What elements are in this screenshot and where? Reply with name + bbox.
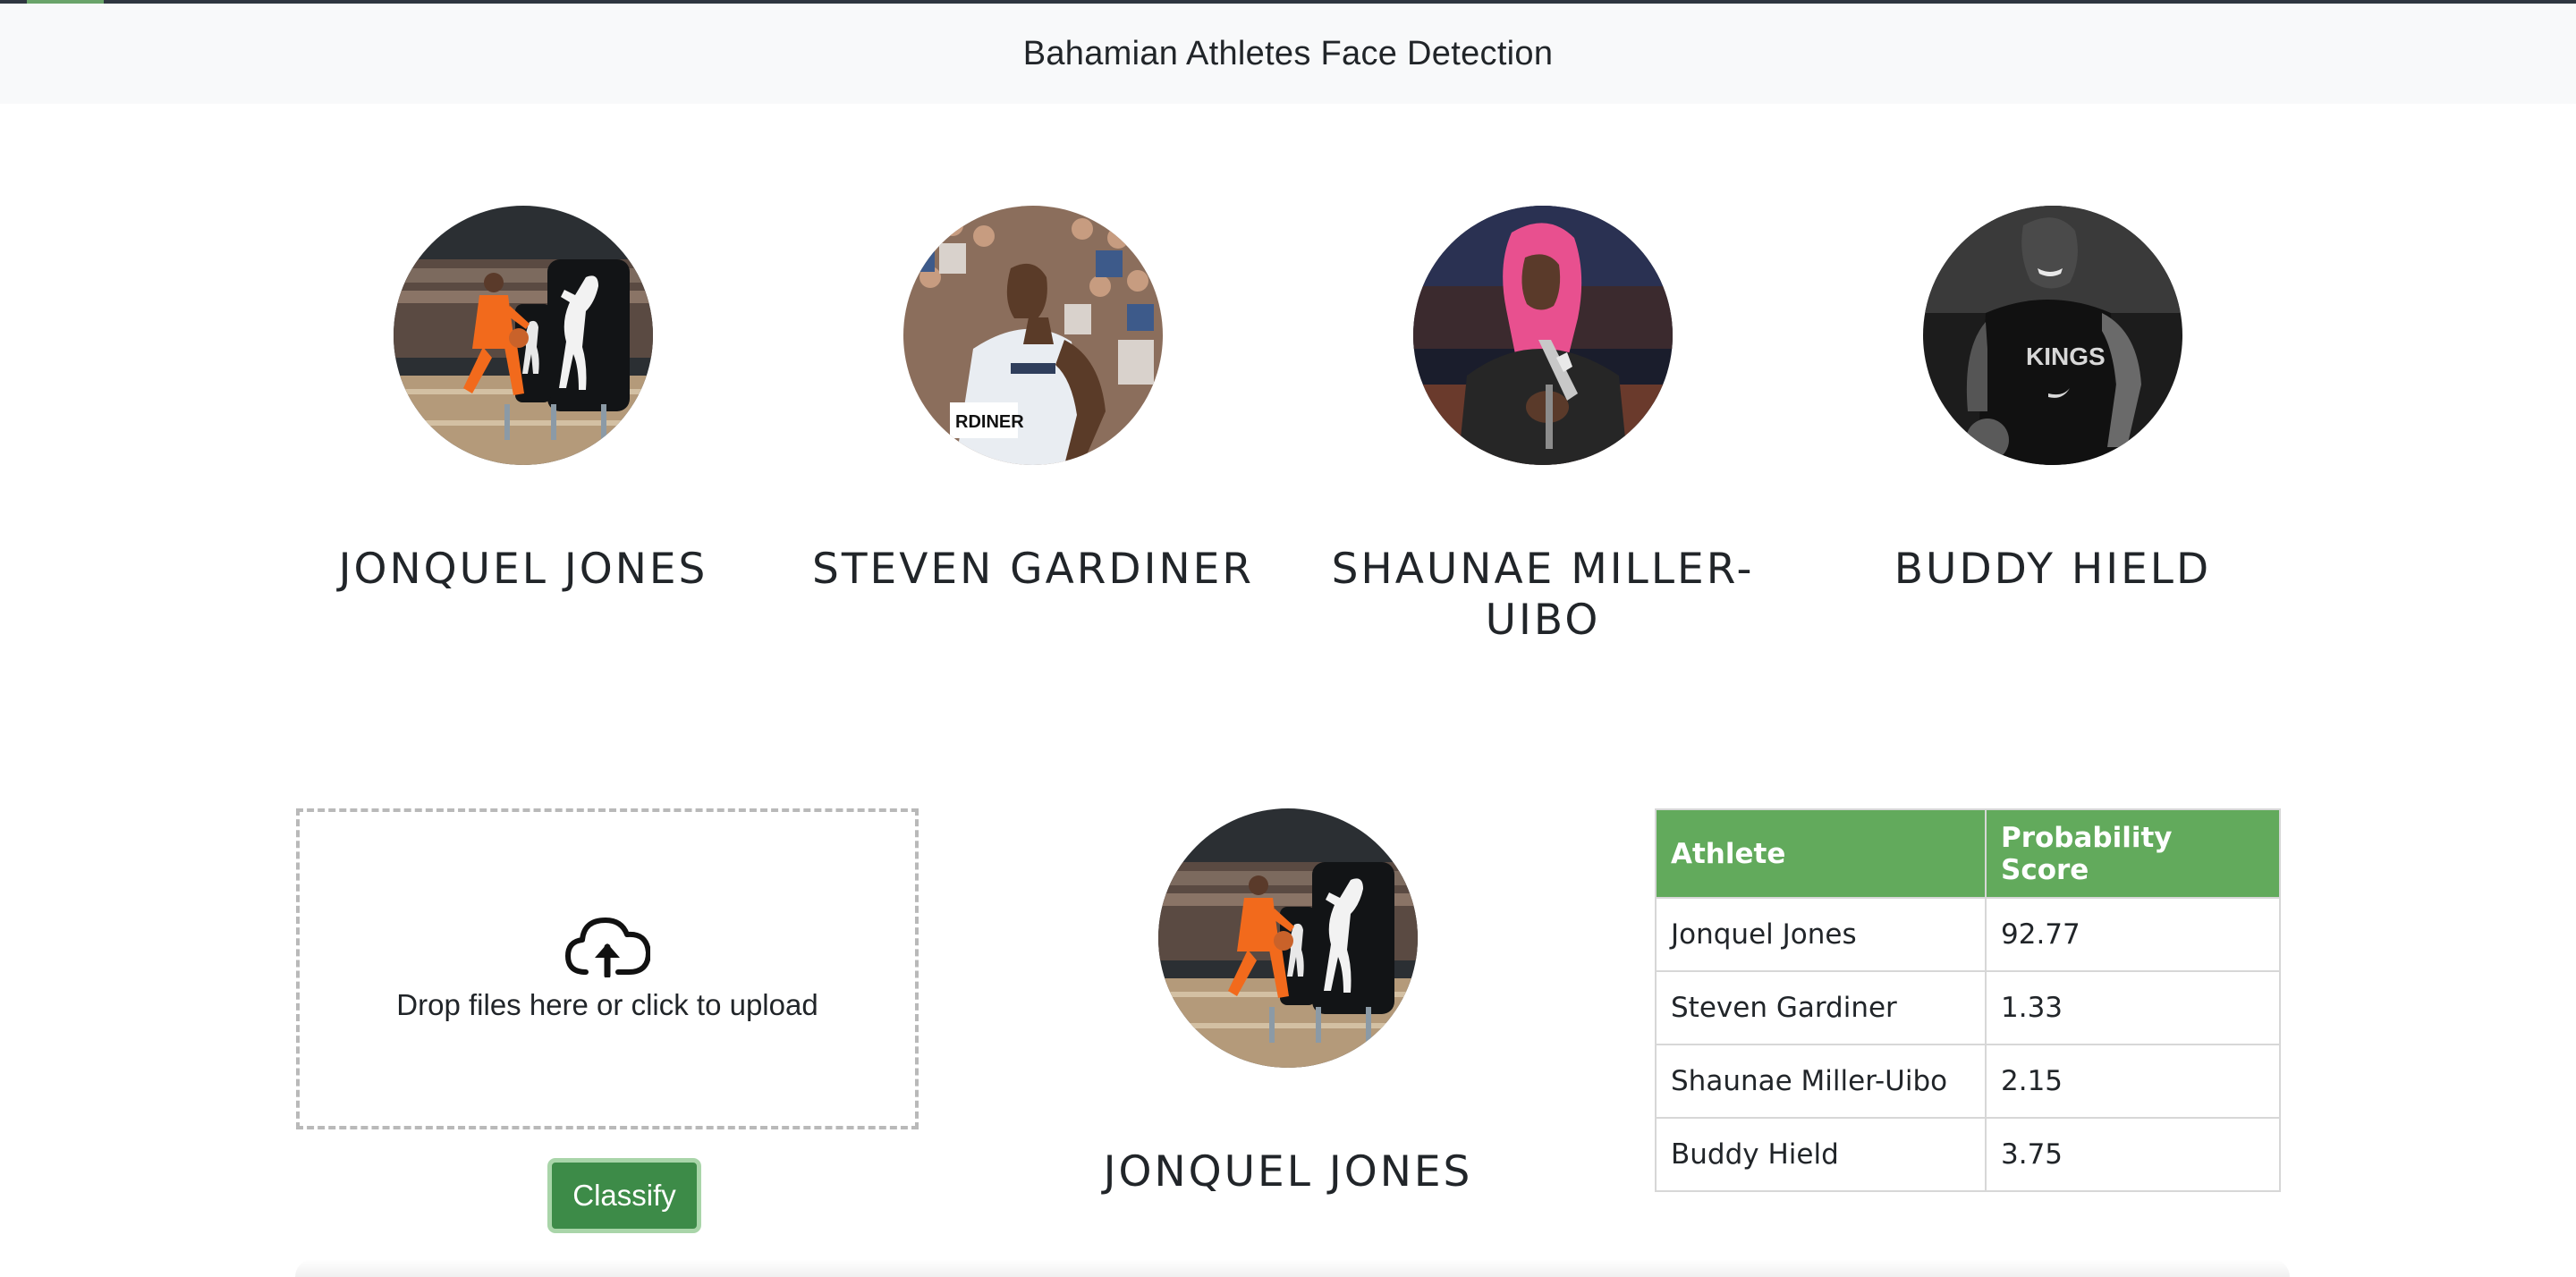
athlete-name: JONQUEL JONES	[338, 545, 708, 594]
file-dropzone[interactable]: Drop files here or click to upload	[296, 808, 919, 1129]
athlete-name: BUDDY HIELD	[1894, 545, 2212, 594]
classify-button[interactable]: Classify	[547, 1158, 701, 1233]
probability-table: Athlete Probability Score Jonquel Jones …	[1655, 808, 2281, 1192]
table-row: Steven Gardiner 1.33	[1655, 970, 2281, 1045]
table-row: Shaunae Miller-Uibo 2.15	[1655, 1044, 2281, 1119]
athlete-card-jonquel-jones: JONQUEL JONES	[273, 206, 774, 595]
athlete-with-trophy-photo	[1413, 206, 1673, 465]
svg-text:RDINER: RDINER	[955, 412, 1024, 432]
basketball-player-bw-photo: KINGS	[1923, 206, 2182, 465]
result-card: JONQUEL JONES	[1038, 808, 1538, 1197]
result-athlete-name: JONQUEL JONES	[1103, 1147, 1473, 1197]
header-athlete: Athlete	[1655, 808, 1987, 899]
page-title: Bahamian Athletes Face Detection	[1022, 34, 1554, 72]
navbar: Bahamian Athletes Face Detection	[0, 4, 2576, 104]
cell-athlete: Buddy Hield	[1655, 1117, 1987, 1192]
athlete-name: SHAUNAE MILLER-UIBO	[1331, 545, 1755, 645]
table-row: Buddy Hield 3.75	[1655, 1117, 2281, 1192]
cell-score: 1.33	[1985, 970, 2281, 1045]
athlete-name: STEVEN GARDINER	[812, 545, 1254, 594]
athlete-card-shaunae-miller-uibo: SHAUNAE MILLER-UIBO	[1292, 206, 1793, 646]
basketball-player-photo	[394, 206, 653, 465]
athlete-card-steven-gardiner: RDINER STEVEN GARDINER	[783, 206, 1284, 595]
cell-athlete: Shaunae Miller-Uibo	[1655, 1044, 1987, 1119]
sprinter-photo: RDINER	[903, 206, 1163, 465]
svg-text:KINGS: KINGS	[2026, 343, 2106, 370]
athlete-card-buddy-hield: KINGS BUDDY HIELD	[1802, 206, 2303, 595]
table-header-row: Athlete Probability Score	[1655, 808, 2281, 899]
result-basketball-player-photo	[1158, 808, 1418, 1068]
cell-score: 3.75	[1985, 1117, 2281, 1192]
footer-shadow	[295, 1259, 2290, 1277]
cloud-upload-icon	[565, 917, 650, 977]
cell-athlete: Steven Gardiner	[1655, 970, 1987, 1045]
dropzone-text: Drop files here or click to upload	[396, 987, 818, 1021]
cell-score: 2.15	[1985, 1044, 2281, 1119]
header-probability-score: Probability Score	[1985, 808, 2281, 899]
cell-score: 92.77	[1985, 897, 2281, 972]
cell-athlete: Jonquel Jones	[1655, 897, 1987, 972]
table-row: Jonquel Jones 92.77	[1655, 897, 2281, 972]
